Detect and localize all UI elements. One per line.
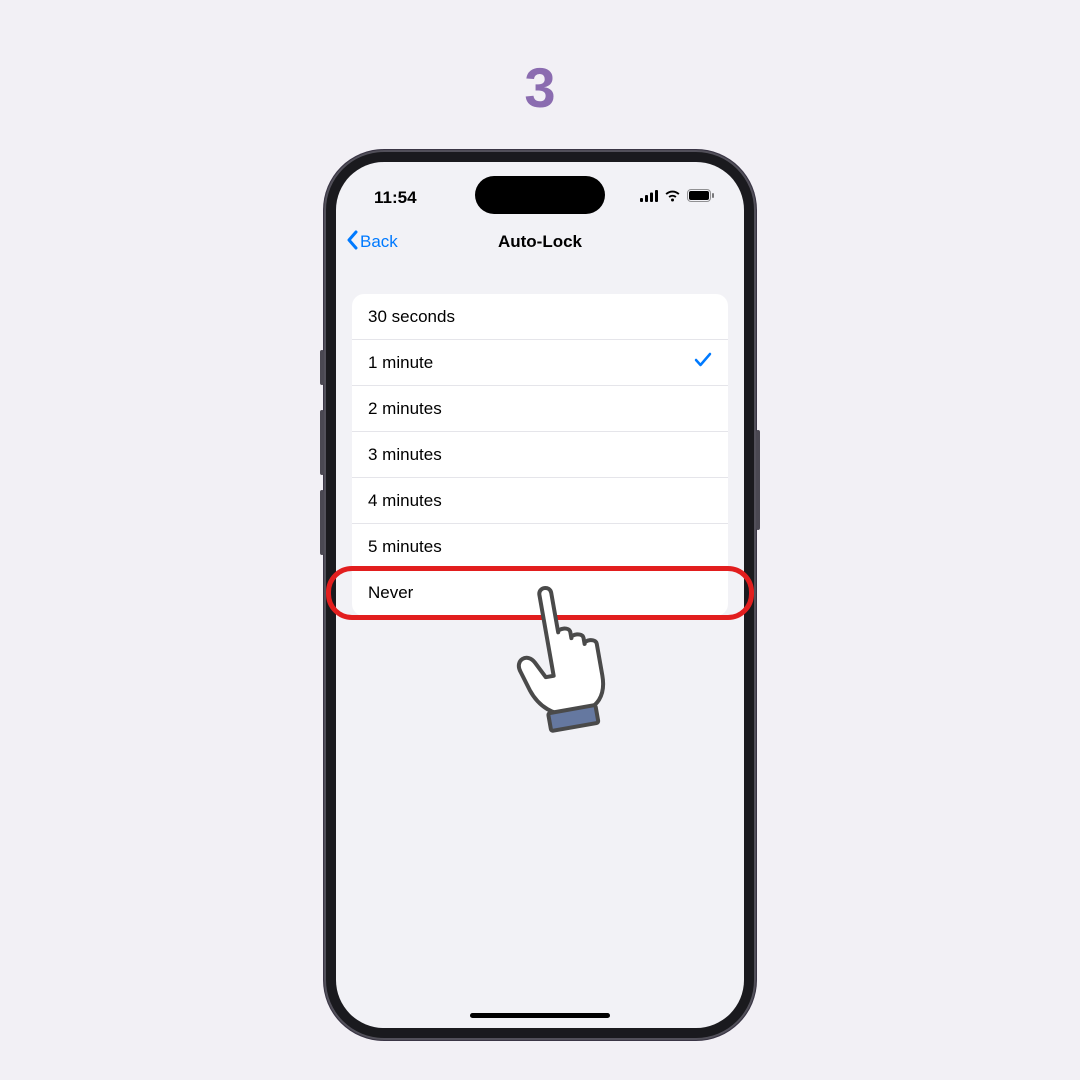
nav-title: Auto-Lock (498, 232, 582, 252)
autolock-option-row[interactable]: 30 seconds (352, 294, 728, 340)
battery-icon (687, 189, 714, 207)
status-time: 11:54 (374, 188, 417, 208)
autolock-option-row[interactable]: 1 minute (352, 340, 728, 386)
autolock-option-row[interactable]: 3 minutes (352, 432, 728, 478)
autolock-option-row[interactable]: 4 minutes (352, 478, 728, 524)
wifi-icon (664, 189, 681, 207)
option-label: 3 minutes (368, 445, 442, 465)
phone-screen: 11:54 Back Auto-Lock (336, 162, 744, 1028)
option-label: 5 minutes (368, 537, 442, 557)
checkmark-icon (694, 351, 712, 374)
option-label: 4 minutes (368, 491, 442, 511)
back-label: Back (360, 232, 398, 252)
step-number: 3 (524, 55, 555, 120)
phone-frame: 11:54 Back Auto-Lock (324, 150, 756, 1040)
back-button[interactable]: Back (346, 230, 398, 255)
dynamic-island (475, 176, 605, 214)
option-label: 1 minute (368, 353, 433, 373)
phone-side-button (320, 350, 324, 385)
autolock-option-row[interactable]: 5 minutes (352, 524, 728, 570)
cellular-icon (640, 189, 658, 207)
autolock-option-list: 30 seconds 1 minute 2 minutes 3 minutes 4 mi… (352, 294, 728, 616)
phone-volume-down-button (320, 490, 324, 555)
nav-bar: Back Auto-Lock (336, 220, 744, 264)
home-indicator[interactable] (470, 1013, 610, 1018)
autolock-option-row[interactable]: Never (352, 570, 728, 616)
option-label: Never (368, 583, 413, 603)
option-label: 2 minutes (368, 399, 442, 419)
autolock-option-row[interactable]: 2 minutes (352, 386, 728, 432)
phone-volume-up-button (320, 410, 324, 475)
option-label: 30 seconds (368, 307, 455, 327)
phone-power-button (756, 430, 760, 530)
status-icons (640, 189, 714, 207)
chevron-left-icon (346, 230, 358, 255)
